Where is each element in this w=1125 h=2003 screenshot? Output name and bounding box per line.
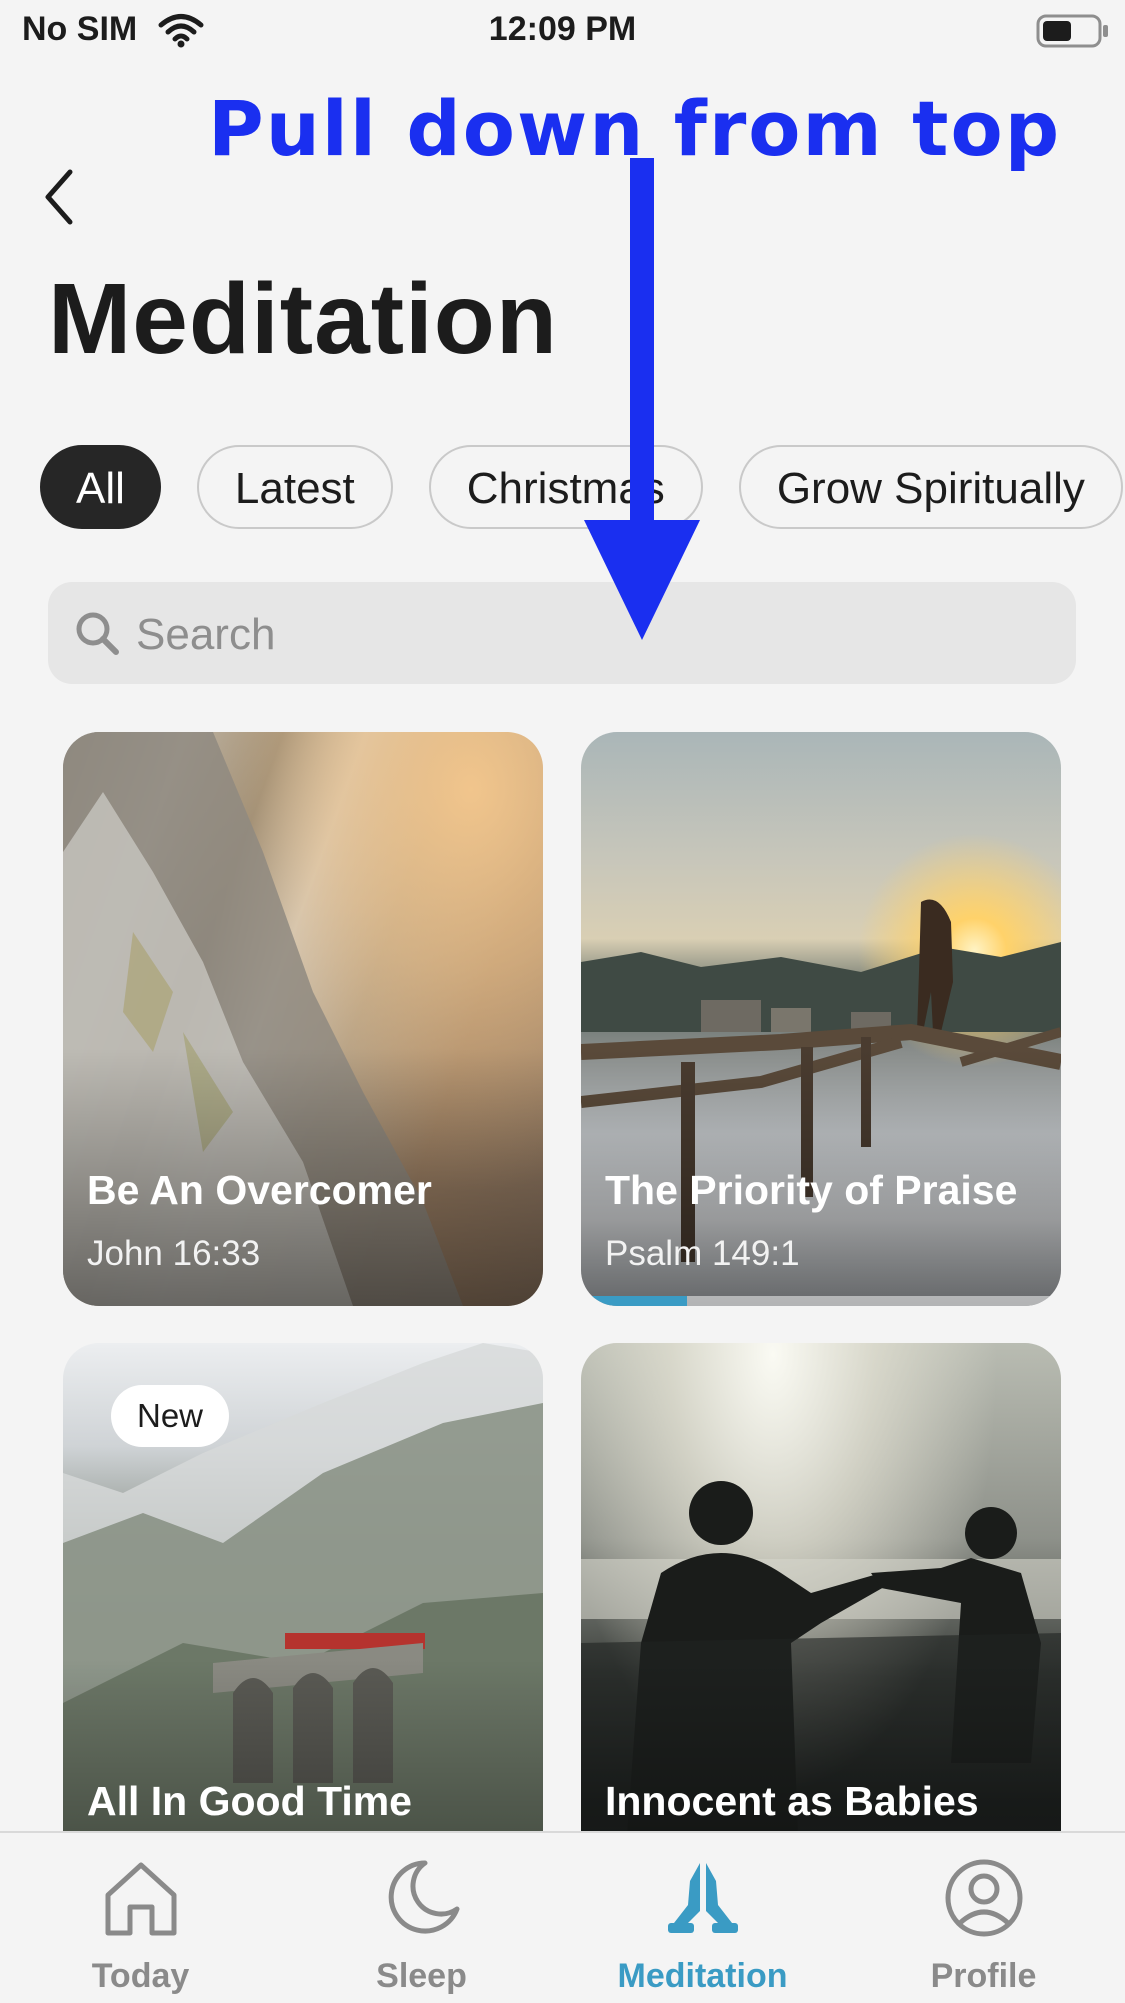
profile-icon — [945, 1859, 1023, 1937]
chip-latest[interactable]: Latest — [196, 445, 393, 529]
praying-hands-icon — [668, 1863, 738, 1933]
tab-label: Today — [91, 1957, 190, 1995]
chip-all[interactable]: All — [40, 445, 161, 529]
card-title: All In Good Time — [87, 1778, 412, 1824]
card-title: Be An Overcomer — [87, 1167, 432, 1213]
back-button[interactable] — [40, 166, 86, 228]
progress-bar — [581, 1296, 1061, 1306]
tab-meditation[interactable]: Meditation — [562, 1833, 843, 2003]
tab-profile[interactable]: Profile — [843, 1833, 1124, 2003]
status-bar: No SIM 12:09 PM — [0, 0, 1125, 64]
search-bar[interactable]: Search — [48, 582, 1076, 684]
moon-icon — [388, 1860, 460, 1934]
tab-bar: Today Sleep Meditation Profile — [0, 1831, 1125, 2003]
down-arrow-icon — [580, 158, 704, 647]
chip-grow-spiritually[interactable]: Grow Spiritually — [738, 445, 1123, 529]
card-subtitle: John 16:33 — [87, 1234, 261, 1273]
tab-sleep[interactable]: Sleep — [281, 1833, 562, 2003]
progress-fill — [581, 1296, 687, 1306]
search-input[interactable]: Search — [136, 610, 275, 660]
meditation-card[interactable]: The Priority of Praise Psalm 149:1 — [581, 732, 1061, 1306]
card-subtitle: Psalm 149:1 — [605, 1234, 800, 1273]
tab-label: Profile — [930, 1957, 1037, 1995]
home-icon — [105, 1862, 177, 1936]
card-title: The Priority of Praise — [605, 1167, 1018, 1213]
card-title: Innocent as Babies — [605, 1778, 979, 1824]
search-icon — [72, 608, 122, 663]
new-badge: New — [111, 1385, 230, 1447]
tab-label: Sleep — [376, 1957, 467, 1995]
page-title: Meditation — [48, 263, 558, 375]
tab-today[interactable]: Today — [0, 1833, 281, 2003]
battery-icon — [1036, 14, 1110, 53]
meditation-card[interactable]: Be An Overcomer John 16:33 — [63, 732, 543, 1306]
clock: 12:09 PM — [488, 10, 637, 48]
chevron-left-icon — [45, 169, 73, 225]
tab-label: Meditation — [617, 1957, 788, 1995]
